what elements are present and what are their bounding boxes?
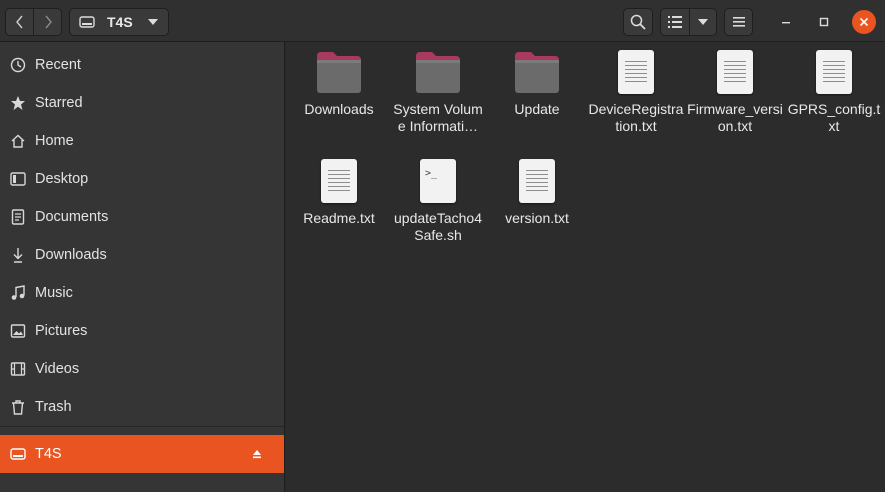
close-button[interactable] <box>852 10 876 34</box>
star-icon <box>9 94 27 112</box>
file-name: updateTacho4Safe.sh <box>394 210 482 243</box>
forward-button[interactable] <box>33 8 62 36</box>
sidebar-item-label: Starred <box>35 95 83 111</box>
sidebar-item-t4s[interactable]: T4S <box>0 435 284 473</box>
sidebar-item-videos[interactable]: Videos <box>0 350 284 388</box>
close-icon <box>859 17 869 27</box>
file-name: Readme.txt <box>303 210 375 226</box>
text-file-icon <box>321 159 357 203</box>
folder-icon <box>315 50 363 94</box>
file-item-updatetacho4safe[interactable]: >_ updateTacho4Safe.sh <box>388 151 488 244</box>
view-options-button[interactable] <box>689 8 717 36</box>
minimize-icon <box>782 22 790 24</box>
folder-icon <box>414 50 462 94</box>
sidebar-item-label: Home <box>35 133 74 149</box>
clock-icon <box>9 56 27 74</box>
sidebar-item-recent[interactable]: Recent <box>0 46 284 84</box>
sidebar-item-trash[interactable]: Trash <box>0 388 284 426</box>
maximize-icon <box>819 17 829 27</box>
sidebar-item-documents[interactable]: Documents <box>0 198 284 236</box>
file-name: Firmware_version.txt <box>687 101 783 134</box>
file-name: Update <box>514 101 560 117</box>
trash-icon <box>9 398 27 416</box>
sidebar-item-home[interactable]: Home <box>0 122 284 160</box>
sidebar-separator <box>0 426 284 427</box>
maximize-button[interactable] <box>812 10 836 34</box>
file-item-deviceregistration[interactable]: DeviceRegistration.txt <box>586 42 686 135</box>
file-item-gprs-config[interactable]: GPRS_config.txt <box>784 42 884 135</box>
sidebar-item-label: Documents <box>35 209 109 225</box>
file-name: GPRS_config.txt <box>787 101 881 134</box>
file-item-system-volume-information[interactable]: System Volume Informati… <box>388 42 488 135</box>
drive-icon <box>9 445 27 463</box>
script-file-icon: >_ <box>420 159 456 203</box>
text-file-icon <box>816 50 852 94</box>
eject-icon[interactable] <box>252 447 262 463</box>
sidebar-item-label: Videos <box>35 361 80 377</box>
location-label: T4S <box>107 14 133 30</box>
sidebar-item-desktop[interactable]: Desktop <box>0 160 284 198</box>
sidebar: Recent Starred Home Desktop Documents Do… <box>0 42 285 492</box>
file-item-version[interactable]: version.txt <box>487 151 587 227</box>
text-file-icon <box>717 50 753 94</box>
sidebar-item-music[interactable]: Music <box>0 274 284 312</box>
chevron-right-icon <box>44 15 52 29</box>
list-view-button[interactable] <box>660 8 690 36</box>
text-file-icon <box>618 50 654 94</box>
file-item-downloads[interactable]: Downloads <box>289 42 389 118</box>
download-icon <box>9 246 27 264</box>
file-view: Downloads System Volume Informati… Updat… <box>286 42 885 492</box>
chevron-down-icon <box>698 19 708 25</box>
file-item-update[interactable]: Update <box>487 42 587 118</box>
sidebar-item-label: Pictures <box>35 323 88 339</box>
desktop-icon <box>9 170 27 188</box>
file-name: DeviceRegistration.txt <box>588 101 684 134</box>
picture-icon <box>9 322 27 340</box>
file-item-readme[interactable]: Readme.txt <box>289 151 389 227</box>
hamburger-menu-icon <box>732 17 745 27</box>
document-icon <box>9 208 27 226</box>
chevron-left-icon <box>15 15 23 29</box>
menu-button[interactable] <box>724 8 753 36</box>
video-icon <box>9 360 27 378</box>
sidebar-item-label: Downloads <box>35 247 107 263</box>
music-icon <box>9 284 27 302</box>
sidebar-item-label: Recent <box>35 57 81 73</box>
file-name: Downloads <box>304 101 374 117</box>
search-icon <box>630 14 646 30</box>
sidebar-item-label: Desktop <box>35 171 89 187</box>
file-name: version.txt <box>505 210 569 226</box>
location-button[interactable]: T4S <box>69 8 169 36</box>
sidebar-item-pictures[interactable]: Pictures <box>0 312 284 350</box>
chevron-down-icon <box>148 19 158 25</box>
drive-icon <box>79 16 95 28</box>
list-view-icon <box>668 16 682 28</box>
minimize-button[interactable] <box>774 10 798 34</box>
home-icon <box>9 132 27 150</box>
sidebar-item-downloads[interactable]: Downloads <box>0 236 284 274</box>
search-button[interactable] <box>623 8 653 36</box>
sidebar-item-starred[interactable]: Starred <box>0 84 284 122</box>
folder-icon <box>513 50 561 94</box>
sidebar-item-label: T4S <box>35 446 62 462</box>
text-file-icon <box>519 159 555 203</box>
sidebar-item-label: Trash <box>35 399 72 415</box>
header-bar: T4S <box>0 0 885 42</box>
sidebar-item-label: Music <box>35 285 73 301</box>
back-button[interactable] <box>5 8 34 36</box>
file-item-firmware-version[interactable]: Firmware_version.txt <box>685 42 785 135</box>
file-name: System Volume Informati… <box>393 101 483 134</box>
